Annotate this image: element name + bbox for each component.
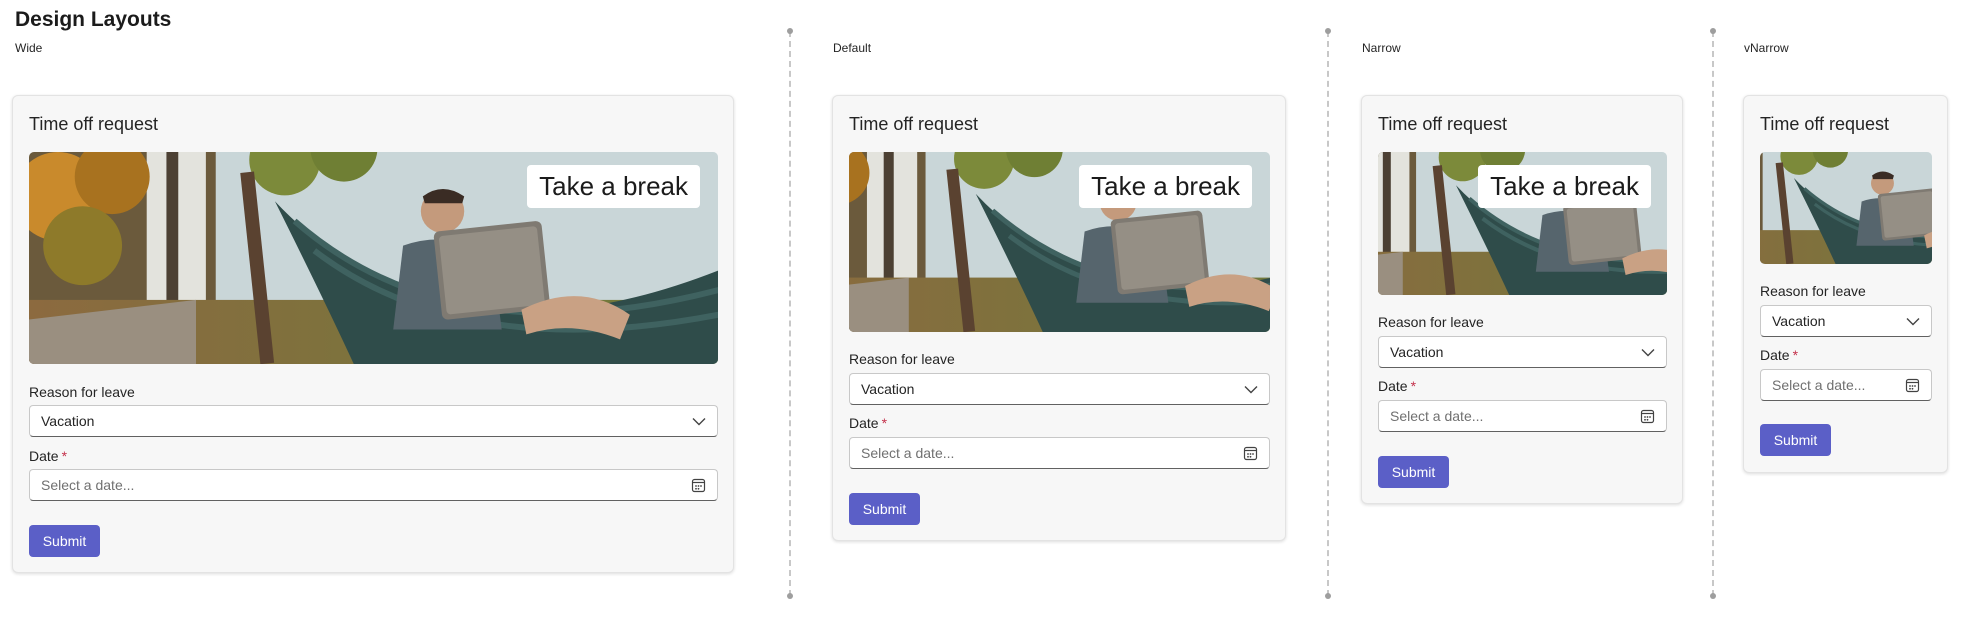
reason-label: Reason for leave [29,384,135,400]
layout-label-wide: Wide [15,41,43,55]
date-placeholder: Select a date... [41,477,135,493]
date-input[interactable]: Select a date... [1378,400,1667,432]
required-marker: * [1410,378,1417,394]
date-label: Date * [29,448,68,464]
chevron-down-icon [692,417,706,426]
layout-label-narrow: Narrow [1362,41,1401,55]
calendar-icon[interactable] [691,478,706,493]
date-placeholder: Select a date... [1390,408,1484,424]
layout-label-default: Default [833,41,872,55]
reason-value: Vacation [1772,313,1826,329]
time-off-card-default: Time off request Take a break Reason for… [832,95,1286,541]
card-title: Time off request [1378,114,1508,134]
layout-divider [1325,28,1331,599]
hero-caption: Take a break [527,165,700,208]
page-title: Design Layouts [15,8,172,31]
reason-value: Vacation [41,413,95,429]
time-off-card-vnarrow: Time off request Reason for leave Vacati… [1743,95,1948,473]
hammock-photo [1760,152,1932,264]
submit-button[interactable]: Submit [29,525,100,557]
hero-caption: Take a break [1478,165,1651,208]
chevron-down-icon [1641,348,1655,357]
hero-image: Take a break [1378,152,1667,295]
required-marker: * [61,448,68,464]
reason-value: Vacation [1390,344,1444,360]
hero-caption: Take a break [1079,165,1252,208]
layout-divider [787,28,793,599]
hero-image: Take a break [849,152,1270,332]
date-label: Date * [1378,378,1417,394]
chevron-down-icon [1906,317,1920,326]
date-label: Date * [1760,347,1799,363]
required-marker: * [1792,347,1799,363]
submit-button[interactable]: Submit [1760,424,1831,456]
reason-label: Reason for leave [849,351,955,367]
layout-label-vnarrow: vNarrow [1744,41,1789,55]
reason-label: Reason for leave [1760,283,1866,299]
card-title: Time off request [29,114,159,134]
time-off-card-wide: Time off request Take a break Reason for… [12,95,734,573]
date-placeholder: Select a date... [1772,377,1866,393]
calendar-icon[interactable] [1905,378,1920,393]
submit-button[interactable]: Submit [849,493,920,525]
reason-select[interactable]: Vacation [1760,305,1932,337]
date-label: Date * [849,415,888,431]
reason-value: Vacation [861,381,915,397]
reason-select[interactable]: Vacation [29,405,718,437]
date-placeholder: Select a date... [861,445,955,461]
submit-button[interactable]: Submit [1378,456,1449,488]
date-input[interactable]: Select a date... [1760,369,1932,401]
reason-select[interactable]: Vacation [849,373,1270,405]
card-title: Time off request [1760,114,1890,134]
required-marker: * [881,415,888,431]
card-title: Time off request [849,114,979,134]
reason-label: Reason for leave [1378,314,1484,330]
hero-image: Take a break [29,152,718,364]
date-input[interactable]: Select a date... [849,437,1270,469]
time-off-card-narrow: Time off request Take a break Reason for… [1361,95,1683,504]
date-input[interactable]: Select a date... [29,469,718,501]
chevron-down-icon [1244,385,1258,394]
hero-image [1760,152,1932,264]
reason-select[interactable]: Vacation [1378,336,1667,368]
calendar-icon[interactable] [1640,409,1655,424]
layout-divider [1710,28,1716,599]
calendar-icon[interactable] [1243,446,1258,461]
